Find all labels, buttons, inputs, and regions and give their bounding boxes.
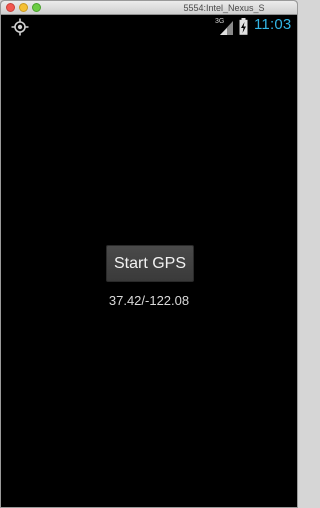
minimize-window-button[interactable] [19, 3, 28, 12]
window-titlebar[interactable]: 5554:Intel_Nexus_S [1, 1, 297, 15]
signal-bars-icon [220, 21, 233, 35]
gps-crosshair-icon [11, 18, 29, 36]
close-window-button[interactable] [6, 3, 15, 12]
maximize-window-button[interactable] [32, 3, 41, 12]
start-gps-button[interactable]: Start GPS [106, 245, 194, 282]
app-content: Start GPS 37.42/-122.08 [1, 39, 297, 507]
window-title: 5554:Intel_Nexus_S [183, 3, 265, 13]
emulator-window: 5554:Intel_Nexus_S 3G 11:03 Start GPS 37… [0, 0, 298, 508]
android-status-bar: 3G 11:03 [1, 15, 297, 39]
coordinates-readout: 37.42/-122.08 [108, 293, 190, 308]
status-clock: 11:03 [254, 16, 292, 33]
battery-charging-icon [239, 18, 248, 35]
